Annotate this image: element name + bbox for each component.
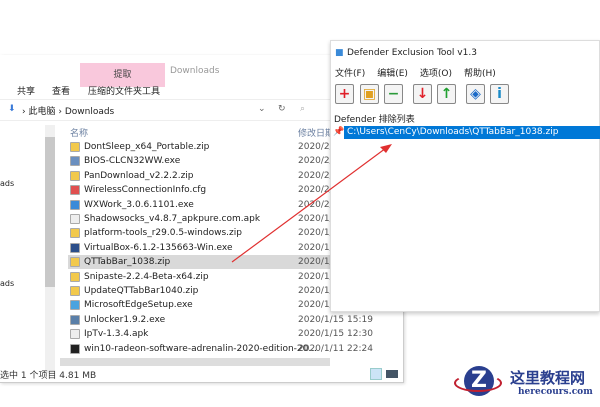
watermark-logo: Z <box>452 362 502 398</box>
watermark-text: 这里教程网 <box>510 369 586 387</box>
annotation-arrow <box>231 144 392 263</box>
arrow-line <box>231 147 387 263</box>
watermark-url: herecours.com <box>518 387 593 397</box>
